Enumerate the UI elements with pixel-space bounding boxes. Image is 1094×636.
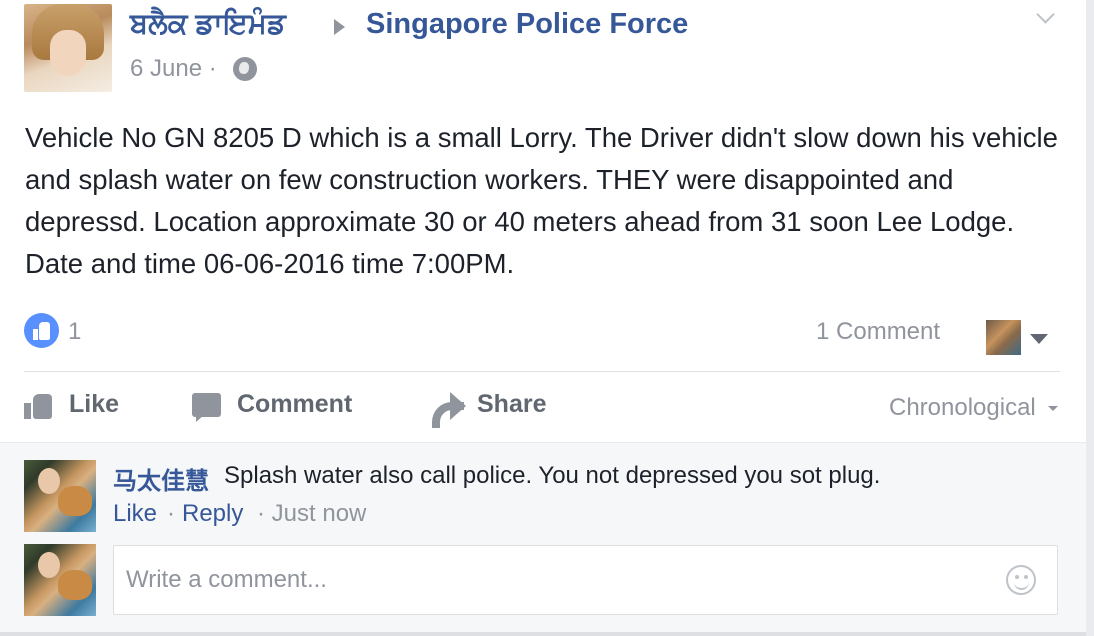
- avatar-dog: [58, 570, 92, 600]
- chevron-down-icon[interactable]: [1036, 6, 1056, 26]
- globe-icon[interactable]: [233, 57, 257, 81]
- comment-reply-link[interactable]: Reply: [182, 500, 243, 528]
- like-count[interactable]: 1: [68, 318, 81, 346]
- bottom-border: [0, 632, 1086, 636]
- caret-down-icon[interactable]: [1030, 334, 1048, 344]
- comment-like-link[interactable]: Like: [113, 500, 157, 528]
- thumbs-up-icon[interactable]: [24, 392, 54, 420]
- comment-count-link[interactable]: 1 Comment: [816, 318, 940, 346]
- arrow-right-icon: [334, 19, 345, 35]
- comment-author-link[interactable]: 马太佳慧: [113, 461, 209, 496]
- post-timestamp[interactable]: 6 June ·: [130, 55, 217, 83]
- avatar-head: [38, 468, 60, 494]
- post-card: ਬਲੈਕ ਡਾਇਮੰਡ Singapore Police Force 6 Jun…: [0, 0, 1086, 442]
- divider: [24, 371, 1060, 372]
- share-arrow-icon[interactable]: [432, 392, 466, 428]
- emoji-icon[interactable]: [1006, 565, 1036, 595]
- separator-dot: ·: [167, 500, 175, 527]
- comment-input[interactable]: [126, 564, 986, 596]
- sort-caret-icon[interactable]: [1048, 406, 1058, 411]
- like-button[interactable]: Like: [69, 390, 119, 419]
- target-page-link[interactable]: Singapore Police Force: [366, 8, 688, 41]
- comment-timestamp[interactable]: · Just now: [257, 500, 366, 528]
- viewer-avatar[interactable]: [986, 320, 1021, 355]
- author-avatar[interactable]: [24, 4, 112, 92]
- comment-button[interactable]: Comment: [237, 390, 352, 419]
- page-edge: [1086, 0, 1094, 636]
- sort-dropdown[interactable]: Chronological: [889, 394, 1036, 422]
- share-button[interactable]: Share: [477, 390, 546, 419]
- composer-avatar: [24, 544, 96, 616]
- avatar-dog: [58, 486, 92, 516]
- like-reaction-icon[interactable]: [24, 313, 59, 348]
- comment-bubble-icon[interactable]: [192, 393, 221, 422]
- comment-text: Splash water also call police. You not d…: [224, 462, 881, 489]
- comment-composer[interactable]: [113, 545, 1058, 615]
- avatar-face: [50, 30, 86, 76]
- post-body: Vehicle No GN 8205 D which is a small Lo…: [25, 122, 1058, 279]
- commenter-avatar[interactable]: [24, 460, 96, 532]
- avatar-head: [38, 552, 60, 578]
- post-author-link[interactable]: ਬਲੈਕ ਡਾਇਮੰਡ: [130, 8, 286, 41]
